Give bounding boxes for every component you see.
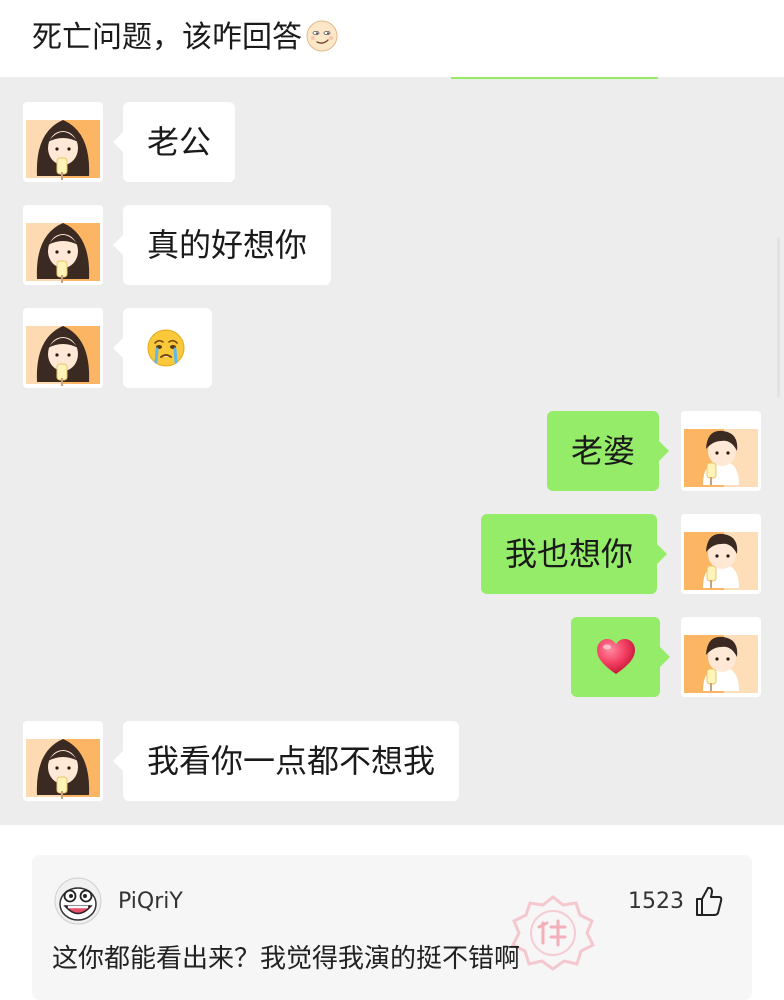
thumbs-up-icon[interactable] xyxy=(695,885,723,917)
girl-avatar xyxy=(23,102,103,182)
chat-message: 老公 xyxy=(23,102,323,182)
chat-screenshot: 老公 真的好想你 老婆 我也想你 我看你一点都不想我 xyxy=(0,77,784,825)
post-title-text: 死亡问题，该咋回答 xyxy=(32,20,302,55)
chat-message: 我也想你 xyxy=(481,514,761,594)
boy-avatar xyxy=(681,617,761,697)
message-text: 老公 xyxy=(147,123,212,161)
previous-bubble-edge xyxy=(451,77,658,79)
message-text: 我看你一点都不想我 xyxy=(147,742,436,780)
chat-message: 老婆 xyxy=(547,411,761,491)
smirk-face-icon xyxy=(306,20,338,52)
post-title: 死亡问题，该咋回答 xyxy=(32,14,338,62)
message-text: 真的好想你 xyxy=(147,226,308,264)
comment-username[interactable]: PiQriY xyxy=(118,888,183,916)
message-bubble: 老婆 xyxy=(547,411,670,491)
girl-avatar xyxy=(23,205,103,285)
girl-avatar-icon xyxy=(23,308,103,388)
boy-avatar xyxy=(681,411,761,491)
message-bubble: 我看你一点都不想我 xyxy=(112,721,460,801)
boy-avatar-icon xyxy=(681,617,761,697)
chat-message: 我看你一点都不想我 xyxy=(23,721,483,801)
message-text: 老婆 xyxy=(571,432,636,470)
boy-avatar-icon xyxy=(681,411,761,491)
message-text: 我也想你 xyxy=(505,535,634,573)
girl-avatar-icon xyxy=(23,721,103,801)
top-comment[interactable]: PiQriY 1523 这你都能看出来？我觉得我演的挺不错啊 xyxy=(32,855,752,1000)
boy-avatar xyxy=(681,514,761,594)
like-count: 1523 xyxy=(628,889,684,914)
red-heart-icon xyxy=(597,639,635,674)
girl-avatar xyxy=(23,721,103,801)
laughing-cartoon-avatar-icon[interactable] xyxy=(54,877,102,925)
chat-message xyxy=(571,617,761,697)
post-header: 死亡问题，该咋回答 xyxy=(0,0,784,77)
message-bubble: 真的好想你 xyxy=(112,205,332,285)
girl-avatar-icon xyxy=(23,205,103,285)
message-bubble: 老公 xyxy=(112,102,236,182)
crying-face-icon xyxy=(147,329,185,367)
message-bubble xyxy=(113,308,212,388)
message-bubble: 我也想你 xyxy=(481,514,668,594)
comment-text: 这你都能看出来？我觉得我演的挺不错啊 xyxy=(52,944,521,974)
boy-avatar-icon xyxy=(681,514,761,594)
girl-avatar xyxy=(23,308,103,388)
chat-message: 真的好想你 xyxy=(23,205,353,285)
message-bubble xyxy=(571,617,670,697)
girl-avatar-icon xyxy=(23,102,103,182)
chat-message xyxy=(23,308,223,388)
scrollbar xyxy=(777,237,780,397)
god-comment-stamp-icon xyxy=(510,895,596,971)
